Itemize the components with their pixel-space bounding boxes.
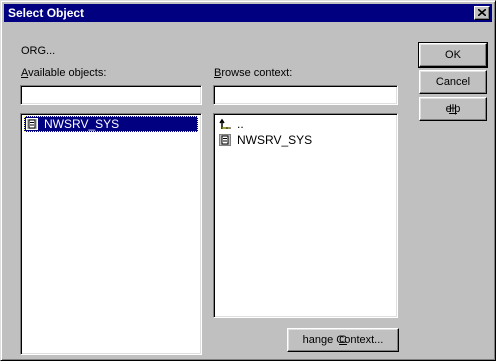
list-item-label: NWSRV_SYS — [237, 133, 313, 147]
current-context-label: ORG... — [21, 45, 56, 57]
list-item-label: .. — [237, 117, 244, 131]
cancel-button[interactable]: Cancel — [419, 70, 487, 94]
available-objects-label: Available objects: — [21, 67, 107, 79]
parent-context-icon — [219, 118, 231, 129]
window-title: Select Object — [8, 6, 85, 20]
browse-context-list[interactable]: .. NWSRV_SYS — [213, 113, 398, 318]
server-object-icon — [219, 134, 231, 146]
browse-context-input[interactable] — [217, 88, 394, 102]
browse-context-label: Browse context: — [214, 67, 293, 79]
title-bar[interactable]: Select Object — [4, 4, 492, 22]
available-objects-input[interactable] — [24, 88, 198, 102]
browse-context-filter[interactable] — [213, 85, 398, 105]
list-item[interactable]: NWSRV_SYS — [24, 116, 198, 132]
server-object-icon — [26, 118, 38, 130]
close-icon — [478, 9, 486, 16]
ok-button[interactable]: OK — [418, 42, 488, 68]
select-object-dialog: Select Object ORG... Available objects: … — [0, 0, 496, 361]
list-item-label: NWSRV_SYS — [44, 117, 120, 131]
help-button[interactable]: Help — [419, 97, 487, 121]
available-objects-list[interactable]: NWSRV_SYS — [20, 113, 202, 355]
available-objects-filter[interactable] — [20, 85, 202, 105]
close-button[interactable] — [474, 6, 490, 20]
list-item[interactable]: .. — [217, 116, 394, 132]
list-item[interactable]: NWSRV_SYS — [217, 132, 394, 148]
change-context-button[interactable]: Change Context... — [287, 328, 399, 352]
